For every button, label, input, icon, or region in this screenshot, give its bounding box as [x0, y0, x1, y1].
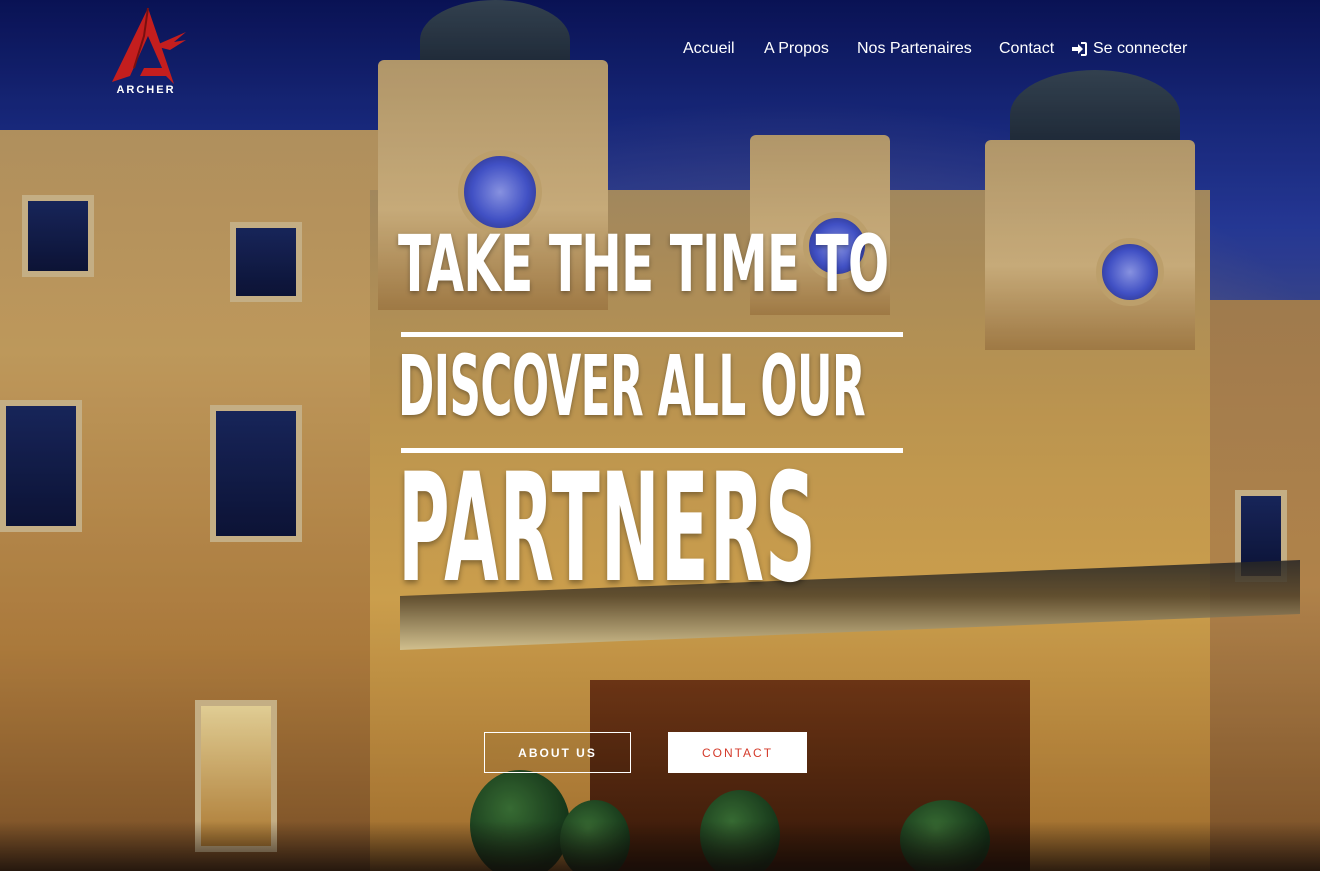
nav-item-accueil[interactable]: Accueil — [683, 40, 735, 58]
headline-line-3: PARTNERS — [398, 442, 817, 616]
headline-line-1: TAKE THE TIME TO — [398, 220, 889, 310]
headline-line-2: DISCOVER ALL OUR — [398, 337, 866, 435]
about-us-button[interactable]: ABOUT US — [484, 732, 631, 773]
nav-item-contact[interactable]: Contact — [999, 40, 1054, 58]
nav-item-a-propos[interactable]: A Propos — [764, 40, 829, 58]
nav-item-nos-partenaires[interactable]: Nos Partenaires — [857, 40, 972, 58]
brand-name: ARCHER — [116, 84, 176, 96]
login-link[interactable]: Se connecter — [1071, 40, 1187, 58]
contact-button[interactable]: CONTACT — [668, 732, 807, 773]
sign-in-icon — [1072, 42, 1087, 56]
hero-background-image — [0, 0, 1320, 871]
login-label: Se connecter — [1093, 40, 1188, 57]
